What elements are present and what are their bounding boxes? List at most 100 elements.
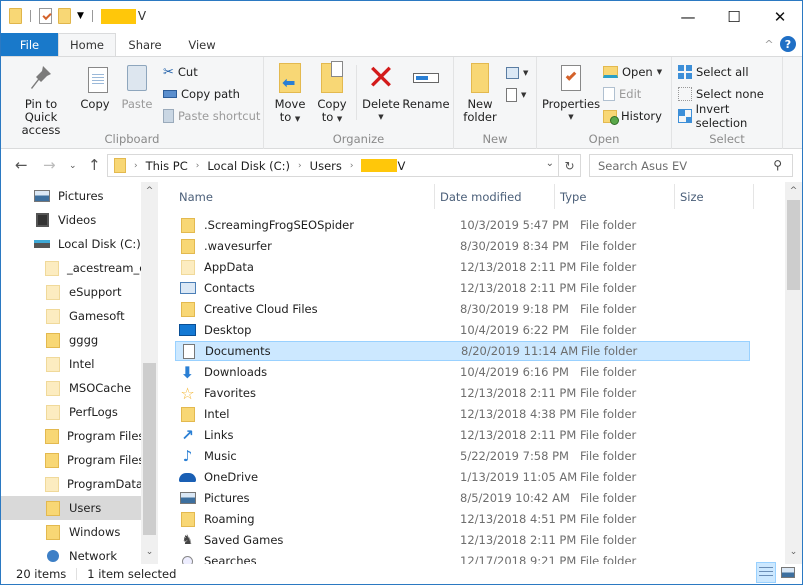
nav-item-programdata[interactable]: ProgramData — [1, 472, 141, 496]
edit-button[interactable]: Edit — [603, 84, 641, 104]
nav-item-gggg[interactable]: gggg — [1, 328, 141, 352]
scroll-up-arrow[interactable]: ^ — [141, 186, 158, 196]
new-item-button[interactable]: ▼ — [506, 63, 528, 83]
new-folder-button[interactable]: New folder — [462, 61, 498, 124]
file-row[interactable]: ☆ Favorites 12/13/2018 2:11 PM File folder — [175, 383, 750, 403]
breadcrumb-users[interactable]: Users — [310, 159, 342, 173]
file-list-scroll-thumb[interactable] — [787, 200, 800, 290]
nav-item-users[interactable]: Users — [1, 496, 141, 520]
history-button[interactable]: History — [603, 106, 662, 126]
nav-item-acestream-cache[interactable]: _acestream_cache_ — [1, 256, 141, 280]
up-button[interactable]: ↑ — [88, 156, 101, 174]
refresh-button[interactable]: ↻ — [558, 155, 580, 176]
minimize-button[interactable]: — — [665, 1, 711, 33]
maximize-button[interactable]: ☐ — [711, 1, 757, 33]
large-icons-view-button[interactable] — [778, 562, 798, 583]
address-bar[interactable]: › This PC › Local Disk (C:) › Users › V … — [107, 154, 581, 177]
paste-shortcut-button[interactable]: Paste shortcut — [163, 106, 260, 126]
move-to-button[interactable]: ⬅ Move to ▼ — [272, 61, 308, 126]
file-row[interactable]: Documents 8/20/2019 11:14 AM File folder — [175, 341, 750, 361]
file-row[interactable]: ⬇ Downloads 10/4/2019 6:16 PM File folder — [175, 362, 750, 382]
breadcrumb-local-disk[interactable]: Local Disk (C:) — [207, 159, 290, 173]
nav-item-program-files-x86[interactable]: Program Files (x86) — [1, 448, 141, 472]
column-divider[interactable] — [753, 184, 754, 209]
file-row[interactable]: Creative Cloud Files 8/30/2019 9:18 PM Fil… — [175, 299, 750, 319]
address-history-dropdown[interactable]: ⌄ — [546, 158, 554, 169]
file-row[interactable]: Searches 12/17/2018 9:21 PM File folder — [175, 551, 750, 564]
pin-to-quick-access-button[interactable]: Pin to Quick access — [7, 61, 75, 137]
nav-item-intel[interactable]: Intel — [1, 352, 141, 376]
file-list-scrollbar[interactable]: ^ ⌄ — [785, 182, 802, 564]
nav-item-local-disk-c[interactable]: Local Disk (C:) — [1, 232, 141, 256]
file-row[interactable]: Roaming 12/13/2018 4:51 PM File folder — [175, 509, 750, 529]
tab-share[interactable]: Share — [116, 33, 174, 56]
easy-access-button[interactable]: ▼ — [506, 85, 526, 105]
breadcrumb-current-folder[interactable]: V — [361, 159, 405, 173]
paste-button[interactable]: Paste — [119, 61, 155, 111]
properties-icon[interactable] — [39, 8, 52, 24]
recent-locations-button[interactable]: ⌄ — [69, 161, 77, 171]
file-row[interactable]: AppData 12/13/2018 2:11 PM File folder — [175, 257, 750, 277]
open-button[interactable]: Open ▼ — [603, 62, 662, 82]
file-row[interactable]: Pictures 8/5/2019 10:42 AM File folder — [175, 488, 750, 508]
breadcrumb-separator[interactable]: › — [350, 161, 354, 171]
search-box[interactable]: Search Asus EV ⚲ — [589, 154, 793, 177]
tab-view[interactable]: View — [174, 33, 230, 56]
breadcrumb-separator[interactable]: › — [134, 161, 138, 171]
nav-item-network[interactable]: Network — [1, 544, 141, 564]
file-row[interactable]: .wavesurfer 8/30/2019 8:34 PM File folder — [175, 236, 750, 256]
scroll-down-arrow[interactable]: ⌄ — [785, 547, 802, 557]
column-divider[interactable] — [554, 184, 555, 209]
tab-home[interactable]: Home — [58, 33, 116, 56]
details-view-button[interactable] — [756, 562, 776, 583]
new-folder-icon[interactable] — [58, 8, 71, 24]
nav-item-videos[interactable]: Videos — [1, 208, 141, 232]
rename-button[interactable]: Rename — [402, 61, 450, 111]
file-row[interactable]: .ScreamingFrogSEOSpider 10/3/2019 5:47 PM… — [175, 215, 750, 235]
copy-to-button[interactable]: Copy to ▼ — [314, 61, 350, 126]
nav-item-windows[interactable]: Windows — [1, 520, 141, 544]
copy-path-button[interactable]: Copy path — [163, 84, 240, 104]
search-icon[interactable]: ⚲ — [773, 158, 782, 172]
breadcrumb-this-pc[interactable]: This PC — [146, 159, 188, 173]
file-row[interactable]: ♞ Saved Games 12/13/2018 2:11 PM File folde… — [175, 530, 750, 550]
nav-pane-scrollbar[interactable]: ^ ⌄ — [141, 182, 158, 564]
forward-button[interactable]: → — [43, 156, 56, 174]
file-row[interactable]: OneDrive 1/13/2019 11:05 AM File folder — [175, 467, 750, 487]
column-header-name[interactable]: Name — [179, 186, 434, 208]
breadcrumb-separator[interactable]: › — [196, 161, 200, 171]
properties-button[interactable]: Properties ▼ — [542, 61, 600, 124]
collapse-ribbon-button[interactable]: ^ — [761, 36, 777, 52]
file-row[interactable]: Contacts 12/13/2018 2:11 PM File folder — [175, 278, 750, 298]
search-input[interactable]: Search Asus EV — [598, 159, 687, 173]
cut-button[interactable]: ✂ Cut — [163, 62, 198, 82]
delete-button[interactable]: ✕ Delete ▼ — [362, 61, 400, 124]
nav-item-pictures[interactable]: Pictures — [1, 184, 141, 208]
file-row[interactable]: ♪ Music 5/22/2019 7:58 PM File folder — [175, 446, 750, 466]
tab-file[interactable]: File — [1, 33, 58, 56]
close-button[interactable]: ✕ — [757, 1, 803, 33]
invert-selection-button[interactable]: Invert selection — [678, 102, 782, 130]
column-header-date-modified[interactable]: Date modified — [440, 186, 554, 208]
customize-toolbar-dropdown[interactable]: ▼ — [77, 11, 84, 21]
scroll-down-arrow[interactable]: ⌄ — [141, 547, 158, 557]
column-divider[interactable] — [434, 184, 435, 209]
nav-item-program-files[interactable]: Program Files — [1, 424, 141, 448]
column-header-size[interactable]: Size — [680, 186, 760, 208]
file-row[interactable]: ↗ Links 12/13/2018 2:11 PM File folder — [175, 425, 750, 445]
column-header-type[interactable]: Type — [560, 186, 674, 208]
copy-button[interactable]: Copy — [77, 61, 113, 111]
select-all-button[interactable]: Select all — [678, 62, 749, 82]
file-row[interactable]: Desktop 10/4/2019 6:22 PM File folder — [175, 320, 750, 340]
breadcrumb-separator[interactable]: › — [298, 161, 302, 171]
nav-item-perflogs[interactable]: PerfLogs — [1, 400, 141, 424]
back-button[interactable]: ← — [15, 156, 28, 174]
column-divider[interactable] — [674, 184, 675, 209]
select-none-button[interactable]: Select none — [678, 84, 764, 104]
nav-item-gamesoft[interactable]: Gamesoft — [1, 304, 141, 328]
nav-pane-scroll-thumb[interactable] — [143, 363, 156, 535]
file-row[interactable]: Intel 12/13/2018 4:38 PM File folder — [175, 404, 750, 424]
help-button[interactable]: ? — [780, 36, 796, 52]
nav-item-msocache[interactable]: MSOCache — [1, 376, 141, 400]
nav-item-esupport[interactable]: eSupport — [1, 280, 141, 304]
